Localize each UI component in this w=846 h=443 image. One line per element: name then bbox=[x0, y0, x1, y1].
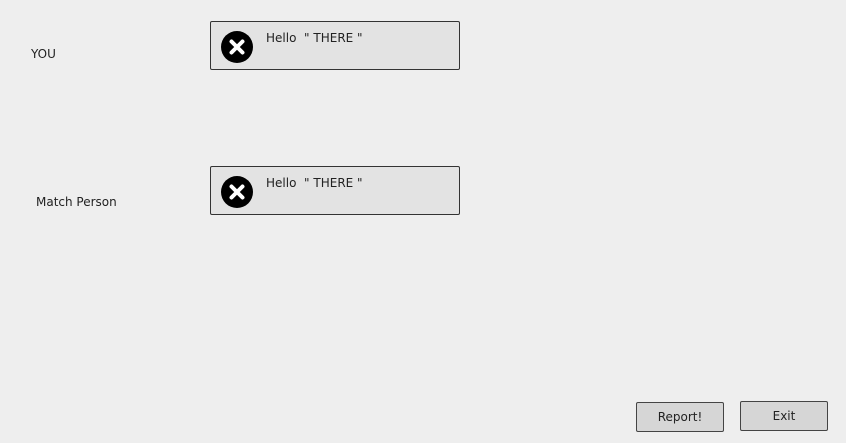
exit-button[interactable]: Exit bbox=[740, 401, 828, 431]
close-circle-icon[interactable] bbox=[221, 176, 253, 208]
match-person-message-text: Hello " THERE " bbox=[266, 176, 363, 190]
close-circle-icon[interactable] bbox=[221, 31, 253, 63]
user-label: YOU bbox=[31, 47, 56, 61]
user-message-text: Hello " THERE " bbox=[266, 31, 363, 45]
match-person-label: Match Person bbox=[36, 195, 117, 209]
report-button[interactable]: Report! bbox=[636, 402, 724, 432]
match-person-message-box: Hello " THERE " bbox=[210, 166, 460, 215]
user-message-box: Hello " THERE " bbox=[210, 21, 460, 70]
